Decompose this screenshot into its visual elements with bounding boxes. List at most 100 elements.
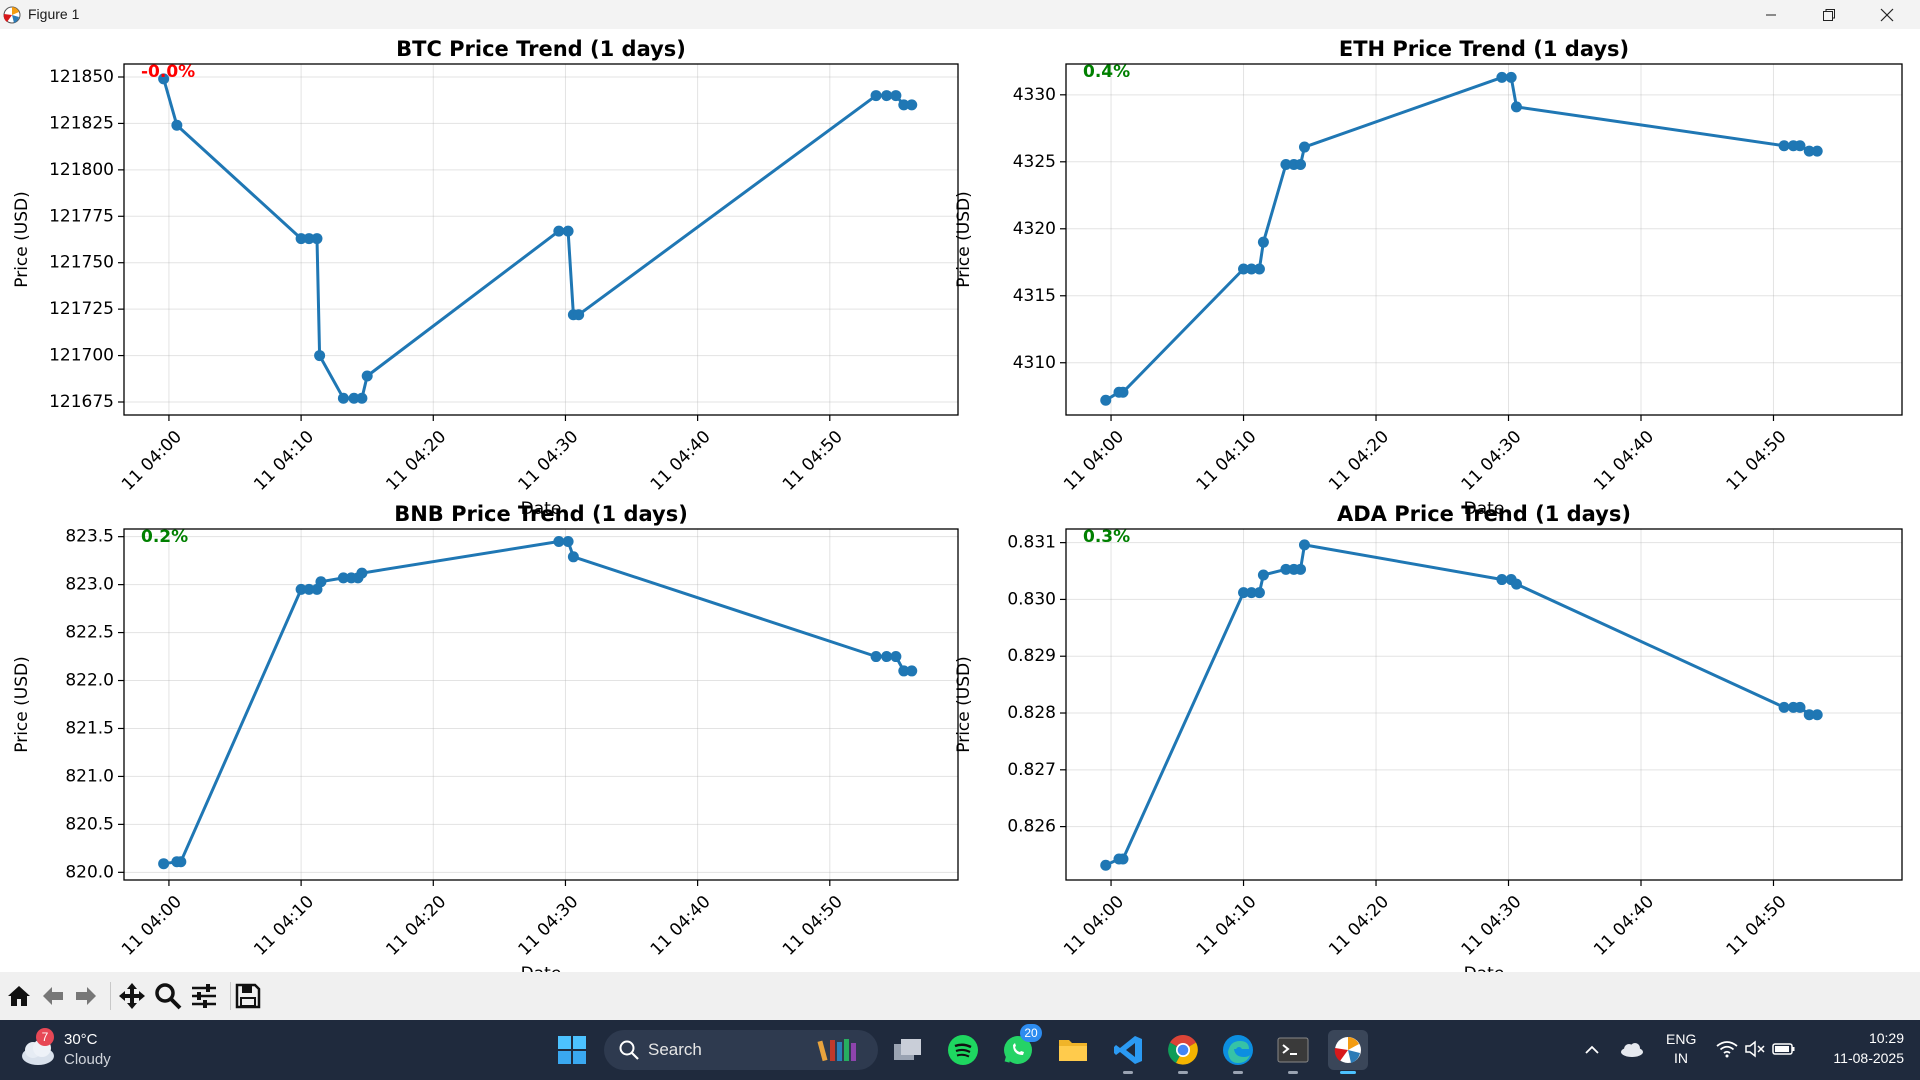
start-button[interactable] bbox=[552, 1030, 592, 1070]
y-tick-label: 121850 bbox=[49, 67, 114, 87]
battery-icon[interactable] bbox=[1772, 1040, 1796, 1058]
back-button[interactable] bbox=[37, 980, 69, 1012]
data-point bbox=[573, 309, 585, 321]
x-tick-label: 11 04:10 bbox=[1193, 892, 1261, 960]
speaker-muted-icon[interactable] bbox=[1744, 1040, 1766, 1058]
forward-icon bbox=[76, 987, 96, 1005]
taskbar-app-whatsapp[interactable]: 20 bbox=[998, 1024, 1042, 1070]
save-icon bbox=[235, 983, 261, 1009]
x-tick-label: 11 04:20 bbox=[1325, 892, 1393, 960]
taskbar-app-matplotlib[interactable] bbox=[1328, 1030, 1368, 1074]
data-point bbox=[356, 392, 368, 404]
x-tick-label: 11 04:50 bbox=[779, 427, 847, 495]
y-tick-label: 823.5 bbox=[65, 527, 114, 547]
window-title: Figure 1 bbox=[28, 6, 80, 22]
chevron-up-icon[interactable] bbox=[1584, 1042, 1600, 1058]
weather-temp: 30°C bbox=[64, 1031, 98, 1048]
axes-frame bbox=[123, 63, 959, 416]
taskbar-app-vscode[interactable] bbox=[1108, 1030, 1148, 1074]
y-tick-label: 823.0 bbox=[65, 575, 114, 595]
x-tick-label: 11 04:40 bbox=[647, 427, 715, 495]
save-button[interactable] bbox=[232, 980, 264, 1012]
data-point bbox=[1811, 709, 1823, 721]
data-point bbox=[1794, 701, 1806, 713]
weather-badge: 7 bbox=[36, 1028, 54, 1046]
window-titlebar: Figure 1 bbox=[0, 0, 1920, 29]
data-point bbox=[171, 119, 183, 131]
data-point bbox=[562, 535, 574, 547]
chart-title: BTC Price Trend (1 days) bbox=[396, 37, 686, 61]
configure-button[interactable] bbox=[188, 980, 220, 1012]
matplotlib-icon bbox=[1334, 1037, 1361, 1063]
data-point bbox=[906, 99, 918, 111]
y-tick-label: 820.0 bbox=[65, 862, 114, 882]
x-tick-label: 11 04:40 bbox=[647, 892, 715, 960]
y-axis-label: Price (USD) bbox=[954, 191, 974, 287]
data-point bbox=[337, 392, 349, 404]
x-tick-label: 11 04:20 bbox=[1325, 427, 1393, 495]
y-axis-label: Price (USD) bbox=[12, 191, 32, 287]
y-tick-label: 821.5 bbox=[65, 718, 114, 738]
y-tick-label: 4310 bbox=[1013, 353, 1056, 373]
taskbar-app-edge[interactable] bbox=[1218, 1030, 1258, 1074]
configure-icon bbox=[192, 984, 216, 1008]
change-annotation: 0.2% bbox=[141, 527, 188, 547]
data-point bbox=[1510, 101, 1522, 113]
data-point bbox=[1295, 158, 1307, 170]
x-tick-label: 11 04:10 bbox=[250, 892, 318, 960]
data-point bbox=[567, 551, 579, 563]
taskbar-app-taskview[interactable] bbox=[888, 1030, 928, 1070]
home-button[interactable] bbox=[3, 980, 35, 1012]
close-icon bbox=[1880, 8, 1894, 21]
y-tick-label: 820.5 bbox=[65, 814, 114, 834]
taskbar-app-spotify[interactable] bbox=[943, 1030, 983, 1070]
data-point bbox=[361, 370, 373, 382]
x-tick-label: 11 04:30 bbox=[515, 892, 583, 960]
y-tick-label: 4325 bbox=[1013, 152, 1056, 172]
x-tick-label: 11 04:40 bbox=[1590, 427, 1658, 495]
taskbar-app-explorer[interactable] bbox=[1053, 1030, 1093, 1070]
x-tick-label: 11 04:00 bbox=[118, 892, 186, 960]
data-point bbox=[1253, 263, 1265, 275]
data-point bbox=[890, 651, 902, 663]
y-tick-label: 4330 bbox=[1013, 85, 1056, 105]
price-line bbox=[1104, 75, 1818, 402]
taskbar-app-chrome[interactable] bbox=[1163, 1030, 1203, 1074]
taskbar-search[interactable]: Search bbox=[604, 1030, 878, 1070]
restore-button[interactable] bbox=[1800, 0, 1858, 29]
data-point bbox=[1253, 587, 1265, 599]
clock[interactable]: 10:29 11-08-2025 bbox=[1820, 1030, 1904, 1066]
close-button[interactable] bbox=[1858, 0, 1916, 29]
wifi-icon[interactable] bbox=[1716, 1040, 1738, 1058]
data-point bbox=[315, 576, 327, 588]
forward-button[interactable] bbox=[70, 980, 102, 1012]
price-line bbox=[162, 78, 912, 400]
x-tick-label: 11 04:50 bbox=[1723, 427, 1791, 495]
weather-desc: Cloudy bbox=[64, 1051, 111, 1068]
weather-widget[interactable]: 7 bbox=[18, 1028, 58, 1068]
x-tick-label: 11 04:30 bbox=[1458, 892, 1526, 960]
toolbar-separator bbox=[230, 982, 231, 1010]
y-tick-label: 0.826 bbox=[1007, 817, 1056, 837]
clock-time: 10:29 bbox=[1868, 1030, 1904, 1046]
figure-canvas[interactable]: 11 04:00 11 04:10 11 04:20 11 04:30 11 04:40… bbox=[0, 29, 1920, 972]
x-tick-label: 11 04:00 bbox=[1060, 892, 1128, 960]
y-tick-label: 821.0 bbox=[65, 766, 114, 786]
language-indicator[interactable]: ENG IN bbox=[1666, 1031, 1696, 1066]
minimize-button[interactable] bbox=[1742, 0, 1800, 29]
data-point bbox=[1298, 539, 1310, 551]
running-indicator bbox=[1123, 1071, 1133, 1074]
zoom-button[interactable] bbox=[152, 980, 184, 1012]
pan-icon bbox=[119, 983, 145, 1009]
taskbar-app-terminal[interactable] bbox=[1273, 1030, 1313, 1074]
y-tick-label: 121700 bbox=[49, 346, 114, 366]
y-tick-label: 0.829 bbox=[1007, 646, 1056, 666]
onedrive-icon[interactable] bbox=[1620, 1040, 1644, 1058]
minimize-icon bbox=[1766, 14, 1776, 15]
pan-button[interactable] bbox=[116, 980, 148, 1012]
chrome-icon bbox=[1168, 1035, 1198, 1065]
data-point bbox=[1100, 394, 1112, 406]
y-tick-label: 4315 bbox=[1013, 286, 1056, 306]
x-axis-label: Date bbox=[1464, 964, 1505, 972]
data-point bbox=[311, 233, 323, 245]
